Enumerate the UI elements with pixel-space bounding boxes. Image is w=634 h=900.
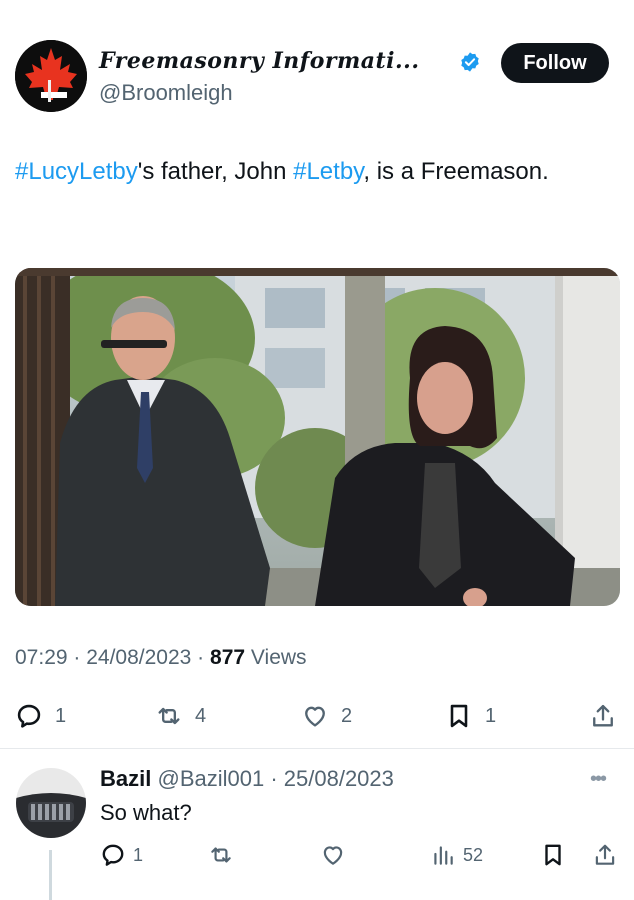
like-count: 2 — [341, 704, 353, 727]
reply-header: Bazil @Bazil001 · 25/08/2023 — [100, 766, 394, 792]
author-avatar[interactable] — [15, 40, 87, 112]
reply-date[interactable]: · 25/08/2023 — [270, 766, 394, 791]
tweet-text-part: , is a Freemason. — [363, 158, 549, 185]
reply-reply-button[interactable]: 1 — [100, 840, 143, 870]
reply-button[interactable]: 1 — [15, 700, 66, 732]
tweet-meta: 07:29 · 24/08/2023 · 877 Views — [15, 646, 307, 670]
tweet-action-bar: 1 4 2 1 — [15, 700, 619, 732]
share-icon — [593, 704, 613, 727]
author-handle[interactable]: @Broomleigh — [99, 80, 233, 106]
reply-icon — [102, 844, 124, 866]
reply-author-name[interactable]: Bazil — [100, 766, 151, 791]
reply-count: 1 — [55, 704, 67, 727]
bookmark-icon — [450, 704, 468, 728]
bookmark-count: 1 — [485, 704, 497, 727]
reply-author-handle[interactable]: @Bazil001 — [157, 766, 264, 791]
tweet-time[interactable]: 07:29 — [15, 646, 68, 669]
reply-views-button[interactable]: 52 — [430, 840, 483, 870]
views-count: 877 — [210, 646, 246, 669]
meta-separator: · — [67, 646, 87, 669]
share-icon — [595, 844, 615, 865]
follow-button[interactable]: Follow — [501, 43, 609, 83]
reply-text: So what? — [100, 800, 192, 825]
like-icon — [305, 706, 325, 727]
divider — [0, 748, 634, 749]
hashtag-letby[interactable]: #Letby — [293, 158, 363, 185]
tweet-photo-image — [15, 268, 620, 606]
reply-like-button[interactable] — [320, 840, 346, 870]
tweet-header: Freemasonry Informati... @Broomleigh Fol… — [15, 40, 619, 112]
verified-badge-icon — [461, 52, 479, 72]
views-label: Views — [245, 646, 307, 669]
retweet-button[interactable]: 4 — [155, 700, 206, 732]
meta-separator: · — [191, 646, 211, 669]
share-button[interactable] — [589, 700, 617, 732]
tweet-photo[interactable] — [15, 268, 620, 606]
author-display-name[interactable]: Freemasonry Informati... — [99, 48, 419, 74]
tweet-text-part: 's father, John — [137, 158, 294, 185]
reply-retweet-button[interactable] — [208, 840, 234, 870]
tweet-text: #LucyLetby's father, John #Letby, is a F… — [15, 152, 615, 192]
reply-avatar[interactable] — [16, 768, 86, 838]
reply-reply-count: 1 — [133, 844, 144, 865]
reply-icon — [17, 704, 41, 728]
maple-leaf-logo — [15, 40, 87, 112]
hashtag-lucyletby[interactable]: #LucyLetby — [15, 158, 138, 185]
retweet-icon — [158, 707, 180, 725]
retweet-count: 4 — [195, 704, 207, 727]
reply-share-button[interactable] — [592, 840, 618, 870]
thread-line — [49, 850, 52, 900]
reply-bookmark-button[interactable] — [540, 840, 566, 870]
tweet-date[interactable]: 24/08/2023 — [86, 646, 191, 669]
bookmark-button[interactable]: 1 — [445, 700, 496, 732]
reply-avatar-image — [16, 768, 86, 838]
views-icon — [434, 846, 453, 865]
reply-views-count: 52 — [463, 844, 484, 865]
more-icon[interactable]: ••• — [590, 768, 607, 791]
reply-action-bar: 1 52 — [100, 840, 620, 870]
retweet-icon — [211, 847, 231, 863]
like-button[interactable]: 2 — [301, 700, 352, 732]
bookmark-icon — [545, 844, 561, 866]
like-icon — [323, 846, 343, 865]
